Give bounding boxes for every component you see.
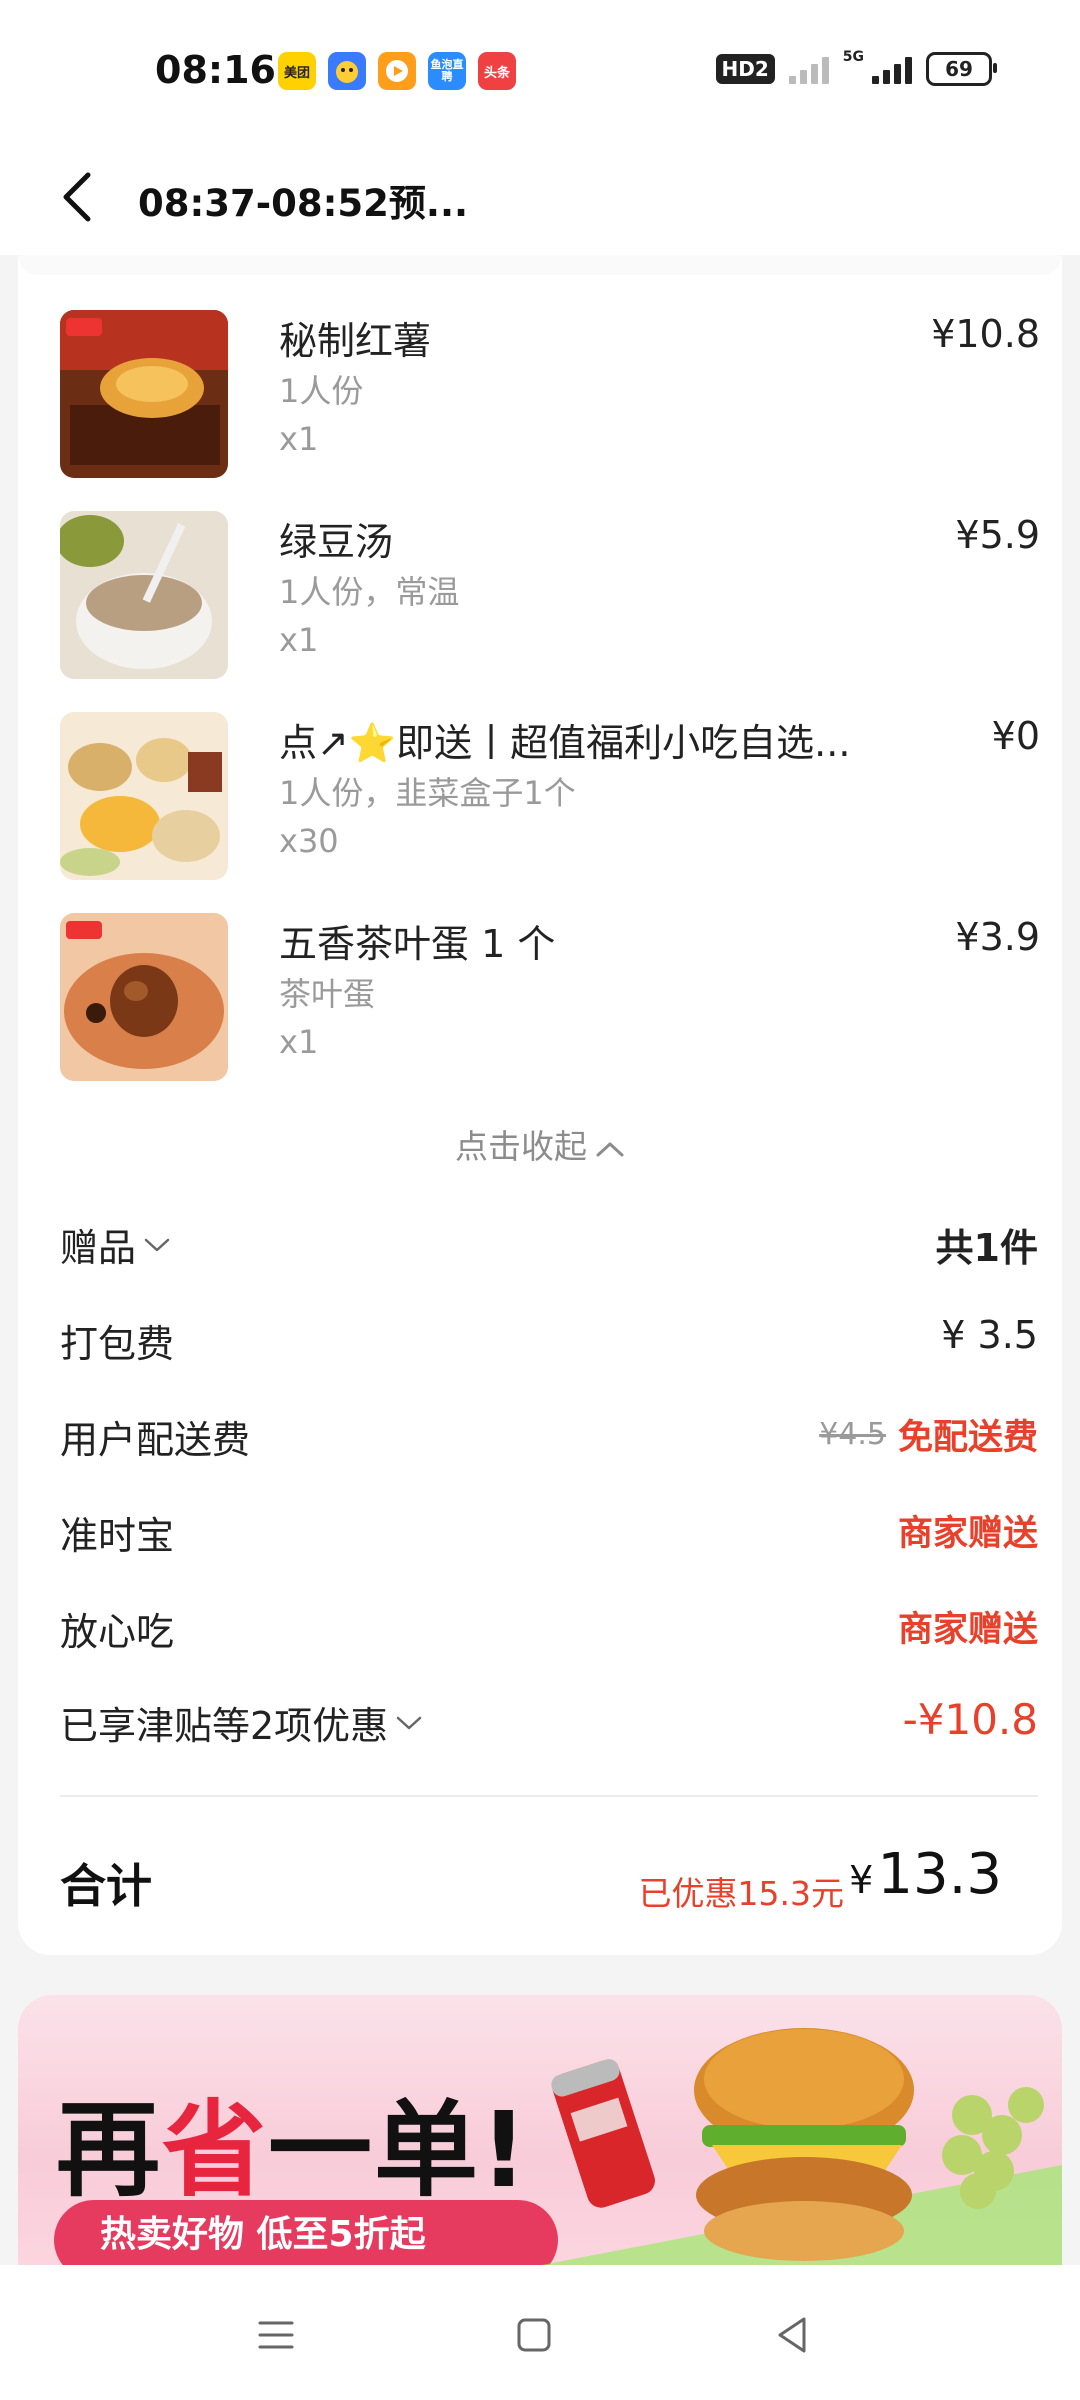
menu-icon [258,2321,294,2349]
item-spec: 1人份 [279,372,364,410]
packing-fee-row: 打包费 ¥ 3.5 [60,1313,1038,1373]
banner-title: 再省一单! [56,2065,529,2216]
item-quantity: x30 [279,822,339,860]
item-quantity: x1 [279,1023,319,1061]
total-amount: ¥13.3 [849,1842,1002,1907]
item-price: ¥3.9 [955,915,1040,959]
gift-label-group: 赠品 [60,1217,172,1272]
banner-title-part2: 一单! [268,2089,530,2211]
gift-value: 共1件 [935,1226,1038,1270]
item-quantity: x1 [279,420,319,458]
discount-label: 已享津贴等2项优惠 [60,1704,389,1748]
home-square-icon [517,2318,551,2352]
back-nav-button[interactable] [764,2305,824,2365]
delivery-fee-label: 用户配送费 [60,1418,251,1462]
discount-row[interactable]: 已享津贴等2项优惠 -¥10.8 [60,1695,1038,1755]
burger-illustration-icon [542,2028,1062,2265]
triangle-back-icon [778,2317,806,2353]
total-saved: 已优惠15.3元 [638,1874,844,1913]
delivery-fee-row: 用户配送费 ¥4.5 免配送费 [60,1409,1038,1469]
item-spec: 茶叶蛋 [279,975,376,1013]
chevron-down-icon [144,1238,170,1251]
discount-value: -¥10.8 [902,1695,1038,1744]
delivery-fee-values: ¥4.5 免配送费 [819,1409,1038,1460]
packing-fee-label: 打包费 [60,1322,175,1366]
gift-row[interactable]: 赠品 共1件 [60,1217,1038,1277]
item-price: ¥5.9 [955,513,1040,557]
delivery-fee-original: ¥4.5 [819,1417,886,1452]
total-amount-value: 13.3 [877,1842,1002,1907]
banner-subtitle-pill: 热卖好物 低至5折起 [54,2200,558,2265]
item-spec: 1人份，韭菜盒子1个 [279,774,576,812]
item-name: 秘制红薯 [279,319,432,363]
banner-title-part1: 再 [56,2089,163,2211]
gift-label: 赠品 [60,1226,137,1270]
order-item[interactable]: 五香茶叶蛋 1 个 茶叶蛋 x1 ¥3.9 [60,913,1040,1083]
item-name: 点↗⭐即送丨超值福利小吃自选... [279,721,851,765]
order-item[interactable]: 绿豆汤 1人份，常温 x1 ¥5.9 [60,511,1040,681]
chevron-down-icon [396,1716,422,1729]
divider [60,1795,1038,1797]
discount-label-group: 已享津贴等2项优惠 [60,1695,424,1750]
recents-button[interactable] [246,2305,306,2365]
item-name: 绿豆汤 [279,520,394,564]
item-quantity: x1 [279,621,319,659]
system-navigation-bar [0,2265,1080,2400]
chevron-up-icon [596,1142,624,1156]
item-name: 五香茶叶蛋 1 个 [279,922,556,966]
food-safety-label: 放心吃 [60,1610,175,1654]
ontime-value: 商家赠送 [897,1514,1038,1554]
delivery-fee-value: 免配送费 [897,1418,1038,1458]
item-image-sweet-potato [60,310,228,478]
item-image-mung-bean-soup [60,511,228,679]
packing-fee-value: ¥ 3.5 [941,1313,1038,1357]
order-content: 秘制红薯 1人份 x1 ¥10.8 绿豆汤 1人份，常温 x1 ¥5.9 点↗⭐… [18,0,1062,2000]
item-price: ¥0 [991,714,1040,758]
food-safety-row: 放心吃 商家赠送 [60,1601,1038,1661]
item-spec: 1人份，常温 [279,573,460,611]
order-item[interactable]: 点↗⭐即送丨超值福利小吃自选... 1人份，韭菜盒子1个 x30 ¥0 [60,712,1040,882]
order-item[interactable]: 秘制红薯 1人份 x1 ¥10.8 [60,310,1040,480]
food-safety-value: 商家赠送 [897,1610,1038,1650]
item-image-snack-combo [60,712,228,880]
collapse-label: 点击收起 [455,1127,587,1166]
banner-title-highlight: 省 [162,2089,269,2211]
home-button[interactable] [504,2305,564,2365]
item-price: ¥10.8 [931,312,1040,356]
promo-banner[interactable]: 再省一单! 热卖好物 低至5折起 [18,1995,1062,2265]
total-label: 合计 [60,1859,152,1913]
ontime-label: 准时宝 [60,1514,175,1558]
ontime-guarantee-row: 准时宝 商家赠送 [60,1505,1038,1565]
item-image-tea-egg [60,913,228,1081]
collapse-items-button[interactable]: 点击收起 [18,1120,1062,1168]
currency-symbol: ¥ [849,1858,874,1902]
